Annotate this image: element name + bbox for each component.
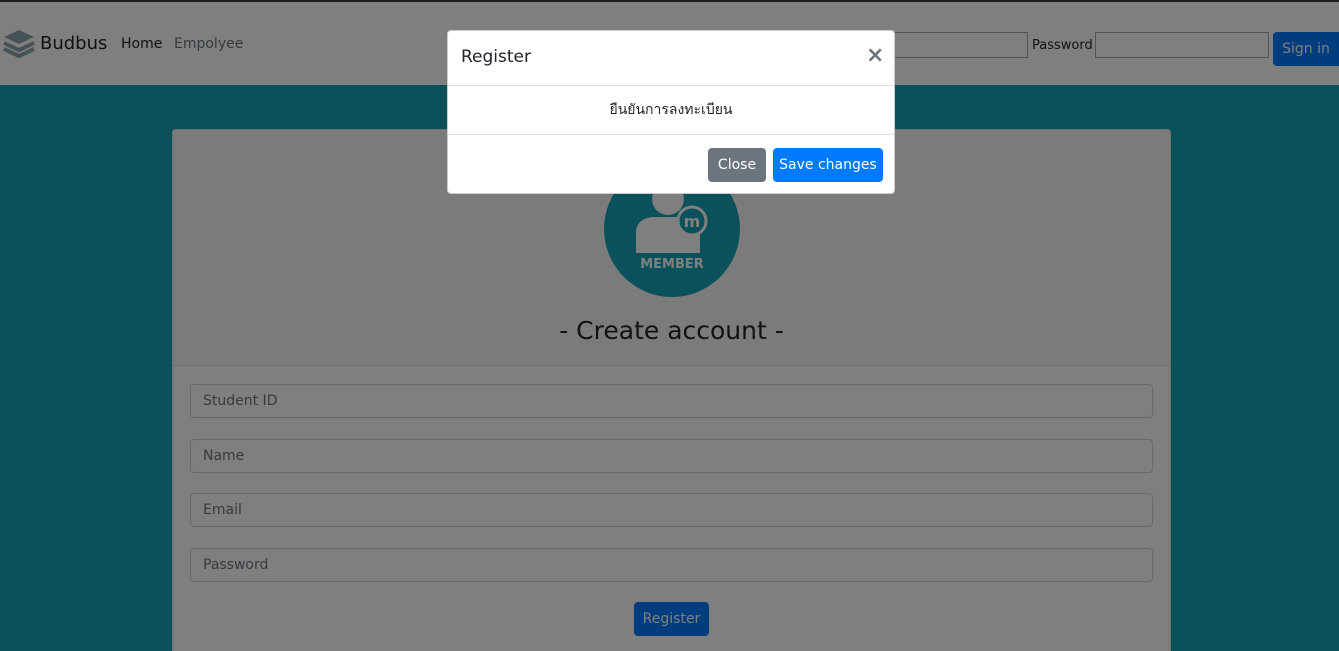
modal-body: ยืนยันการลงทะเบียน xyxy=(448,86,894,135)
register-modal: Register × ยืนยันการลงทะเบียน Close Save… xyxy=(447,30,895,194)
modal-title: Register xyxy=(461,47,531,67)
modal-header: Register × xyxy=(448,31,894,86)
close-icon[interactable]: × xyxy=(866,43,884,68)
save-changes-button[interactable]: Save changes xyxy=(773,148,883,182)
close-button[interactable]: Close xyxy=(708,148,766,182)
